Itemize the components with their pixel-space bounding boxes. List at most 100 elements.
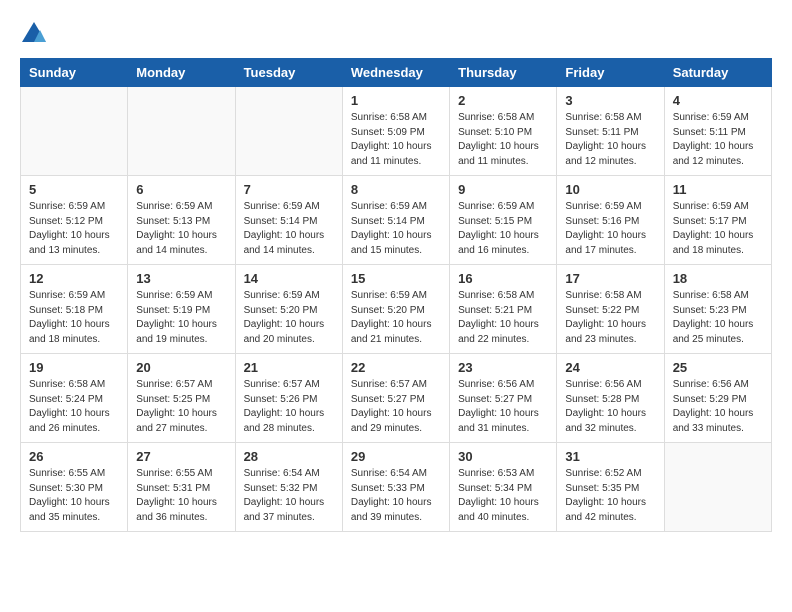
day-number: 19 (29, 360, 119, 375)
column-header-tuesday: Tuesday (235, 59, 342, 87)
cell-sun-info: Sunrise: 6:56 AMSunset: 5:29 PMDaylight:… (673, 378, 763, 436)
calendar-cell (664, 443, 771, 532)
calendar-cell: 25Sunrise: 6:56 AMSunset: 5:29 PMDayligh… (664, 354, 771, 443)
day-number: 26 (29, 449, 119, 464)
calendar-cell: 30 Sunrise: 6:53 AMSunset: 5:34 PMDayligh… (450, 443, 557, 532)
calendar-cell: 6 Sunrise: 6:59 AMSunset: 5:13 PMDaylight… (128, 176, 235, 265)
cell-sun-info: Sunrise: 6:59 AMSunset: 5:15 PMDaylight:… (458, 200, 548, 258)
day-number: 30 (458, 449, 548, 464)
day-number: 17 (565, 271, 655, 286)
calendar-cell: 18Sunrise: 6:58 AMSunset: 5:23 PMDayligh… (664, 265, 771, 354)
calendar-cell: 9 Sunrise: 6:59 AMSunset: 5:15 PMDaylight… (450, 176, 557, 265)
calendar-week-row: 26 Sunrise: 6:55 AMSunset: 5:30 PMDayligh… (21, 443, 772, 532)
day-number: 22 (351, 360, 441, 375)
day-number: 6 (136, 182, 226, 197)
calendar-cell: 1 Sunrise: 6:58 AMSunset: 5:09 PMDaylight… (342, 87, 449, 176)
column-header-saturday: Saturday (664, 59, 771, 87)
page-header (20, 20, 772, 48)
calendar-cell: 21 Sunrise: 6:57 AMSunset: 5:26 PMDayligh… (235, 354, 342, 443)
calendar-week-row: 19 Sunrise: 6:58 AMSunset: 5:24 PMDayligh… (21, 354, 772, 443)
cell-sun-info: Sunrise: 6:59 AMSunset: 5:11 PMDaylight:… (673, 111, 763, 169)
calendar-cell: 20Sunrise: 6:57 AMSunset: 5:25 PMDayligh… (128, 354, 235, 443)
day-number: 2 (458, 93, 548, 108)
cell-sun-info: Sunrise: 6:59 AMSunset: 5:18 PMDaylight:… (29, 289, 119, 347)
day-number: 11 (673, 182, 763, 197)
cell-sun-info: Sunrise: 6:58 AMSunset: 5:23 PMDaylight:… (673, 289, 763, 347)
calendar-cell: 27 Sunrise: 6:55 AMSunset: 5:31 PMDayligh… (128, 443, 235, 532)
calendar-week-row: 1 Sunrise: 6:58 AMSunset: 5:09 PMDaylight… (21, 87, 772, 176)
cell-sun-info: Sunrise: 6:59 AMSunset: 5:19 PMDaylight:… (136, 289, 226, 347)
day-number: 12 (29, 271, 119, 286)
day-number: 5 (29, 182, 119, 197)
day-number: 16 (458, 271, 548, 286)
day-number: 14 (244, 271, 334, 286)
calendar-cell: 10 Sunrise: 6:59 AMSunset: 5:16 PMDayligh… (557, 176, 664, 265)
logo (20, 20, 52, 48)
calendar-cell: 5 Sunrise: 6:59 AMSunset: 5:12 PMDaylight… (21, 176, 128, 265)
column-header-sunday: Sunday (21, 59, 128, 87)
cell-sun-info: Sunrise: 6:58 AMSunset: 5:11 PMDaylight:… (565, 111, 655, 169)
day-number: 7 (244, 182, 334, 197)
cell-sun-info: Sunrise: 6:59 AMSunset: 5:20 PMDaylight:… (351, 289, 441, 347)
day-number: 21 (244, 360, 334, 375)
calendar-cell: 13Sunrise: 6:59 AMSunset: 5:19 PMDayligh… (128, 265, 235, 354)
cell-sun-info: Sunrise: 6:59 AMSunset: 5:20 PMDaylight:… (244, 289, 334, 347)
day-number: 27 (136, 449, 226, 464)
cell-sun-info: Sunrise: 6:54 AMSunset: 5:33 PMDaylight:… (351, 467, 441, 525)
calendar-cell: 29Sunrise: 6:54 AMSunset: 5:33 PMDayligh… (342, 443, 449, 532)
cell-sun-info: Sunrise: 6:54 AMSunset: 5:32 PMDaylight:… (244, 467, 334, 525)
cell-sun-info: Sunrise: 6:56 AMSunset: 5:27 PMDaylight:… (458, 378, 548, 436)
calendar-cell: 17 Sunrise: 6:58 AMSunset: 5:22 PMDayligh… (557, 265, 664, 354)
cell-sun-info: Sunrise: 6:59 AMSunset: 5:12 PMDaylight:… (29, 200, 119, 258)
cell-sun-info: Sunrise: 6:59 AMSunset: 5:14 PMDaylight:… (351, 200, 441, 258)
column-header-wednesday: Wednesday (342, 59, 449, 87)
day-number: 23 (458, 360, 548, 375)
cell-sun-info: Sunrise: 6:55 AMSunset: 5:30 PMDaylight:… (29, 467, 119, 525)
calendar-cell (235, 87, 342, 176)
cell-sun-info: Sunrise: 6:56 AMSunset: 5:28 PMDaylight:… (565, 378, 655, 436)
calendar-cell: 31Sunrise: 6:52 AMSunset: 5:35 PMDayligh… (557, 443, 664, 532)
calendar-cell: 26 Sunrise: 6:55 AMSunset: 5:30 PMDayligh… (21, 443, 128, 532)
calendar-table: SundayMondayTuesdayWednesdayThursdayFrid… (20, 58, 772, 532)
calendar-cell: 11Sunrise: 6:59 AMSunset: 5:17 PMDayligh… (664, 176, 771, 265)
cell-sun-info: Sunrise: 6:59 AMSunset: 5:13 PMDaylight:… (136, 200, 226, 258)
calendar-cell: 7 Sunrise: 6:59 AMSunset: 5:14 PMDaylight… (235, 176, 342, 265)
cell-sun-info: Sunrise: 6:59 AMSunset: 5:14 PMDaylight:… (244, 200, 334, 258)
cell-sun-info: Sunrise: 6:58 AMSunset: 5:21 PMDaylight:… (458, 289, 548, 347)
calendar-cell: 8 Sunrise: 6:59 AMSunset: 5:14 PMDaylight… (342, 176, 449, 265)
cell-sun-info: Sunrise: 6:59 AMSunset: 5:16 PMDaylight:… (565, 200, 655, 258)
cell-sun-info: Sunrise: 6:58 AMSunset: 5:24 PMDaylight:… (29, 378, 119, 436)
calendar-cell: 23 Sunrise: 6:56 AMSunset: 5:27 PMDayligh… (450, 354, 557, 443)
calendar-cell: 22 Sunrise: 6:57 AMSunset: 5:27 PMDayligh… (342, 354, 449, 443)
calendar-week-row: 5 Sunrise: 6:59 AMSunset: 5:12 PMDaylight… (21, 176, 772, 265)
calendar-cell (128, 87, 235, 176)
day-number: 9 (458, 182, 548, 197)
cell-sun-info: Sunrise: 6:55 AMSunset: 5:31 PMDaylight:… (136, 467, 226, 525)
cell-sun-info: Sunrise: 6:58 AMSunset: 5:09 PMDaylight:… (351, 111, 441, 169)
calendar-cell: 16 Sunrise: 6:58 AMSunset: 5:21 PMDayligh… (450, 265, 557, 354)
day-number: 4 (673, 93, 763, 108)
calendar-week-row: 12 Sunrise: 6:59 AMSunset: 5:18 PMDayligh… (21, 265, 772, 354)
cell-sun-info: Sunrise: 6:57 AMSunset: 5:25 PMDaylight:… (136, 378, 226, 436)
cell-sun-info: Sunrise: 6:53 AMSunset: 5:34 PMDaylight:… (458, 467, 548, 525)
day-number: 15 (351, 271, 441, 286)
column-header-monday: Monday (128, 59, 235, 87)
logo-icon (20, 20, 48, 48)
cell-sun-info: Sunrise: 6:58 AMSunset: 5:22 PMDaylight:… (565, 289, 655, 347)
cell-sun-info: Sunrise: 6:52 AMSunset: 5:35 PMDaylight:… (565, 467, 655, 525)
column-header-thursday: Thursday (450, 59, 557, 87)
day-number: 1 (351, 93, 441, 108)
cell-sun-info: Sunrise: 6:57 AMSunset: 5:27 PMDaylight:… (351, 378, 441, 436)
calendar-cell: 19 Sunrise: 6:58 AMSunset: 5:24 PMDayligh… (21, 354, 128, 443)
calendar-cell: 3 Sunrise: 6:58 AMSunset: 5:11 PMDaylight… (557, 87, 664, 176)
cell-sun-info: Sunrise: 6:57 AMSunset: 5:26 PMDaylight:… (244, 378, 334, 436)
calendar-cell: 14 Sunrise: 6:59 AMSunset: 5:20 PMDayligh… (235, 265, 342, 354)
day-number: 24 (565, 360, 655, 375)
calendar-cell: 28 Sunrise: 6:54 AMSunset: 5:32 PMDayligh… (235, 443, 342, 532)
day-number: 10 (565, 182, 655, 197)
day-number: 28 (244, 449, 334, 464)
day-number: 3 (565, 93, 655, 108)
calendar-cell: 12 Sunrise: 6:59 AMSunset: 5:18 PMDayligh… (21, 265, 128, 354)
calendar-cell: 15 Sunrise: 6:59 AMSunset: 5:20 PMDayligh… (342, 265, 449, 354)
day-number: 8 (351, 182, 441, 197)
